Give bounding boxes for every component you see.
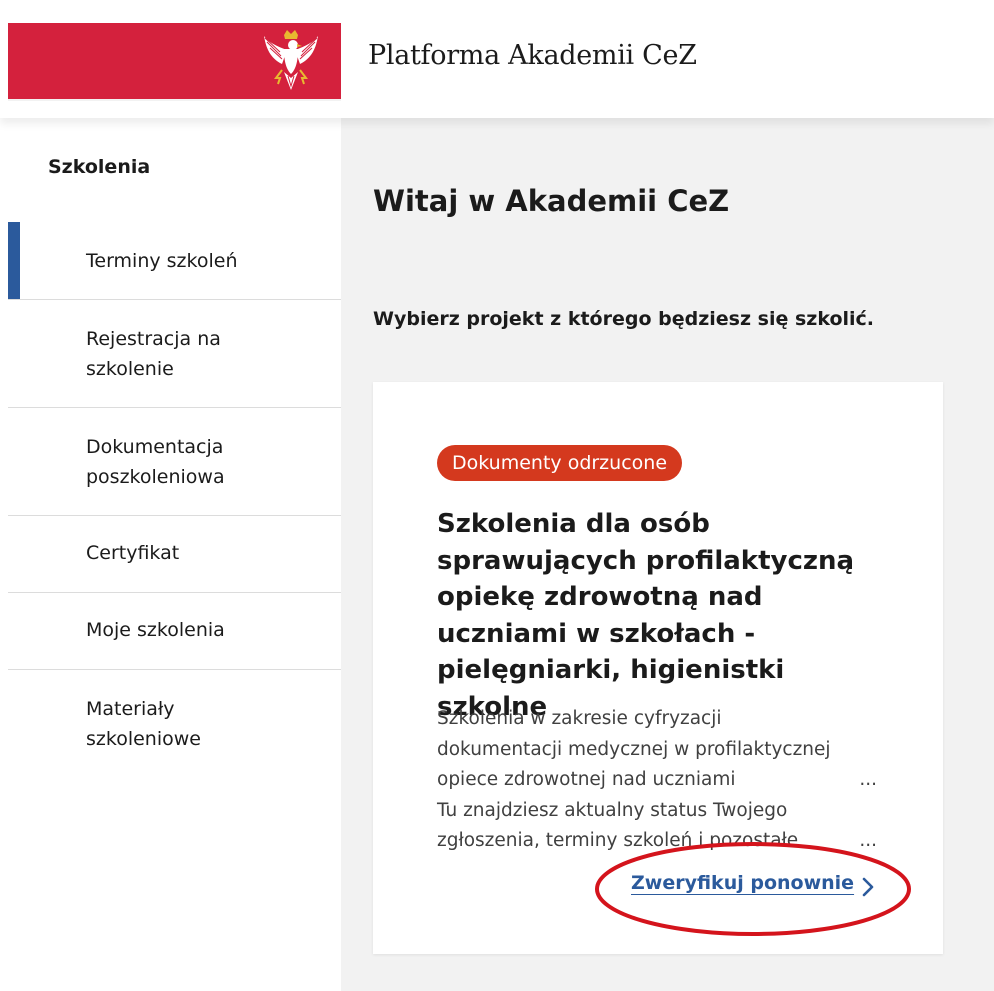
flag-white-stripe bbox=[8, 99, 341, 101]
sidebar-item-label: Terminy szkoleń bbox=[86, 250, 238, 272]
sidebar-item-terminy-szkolen[interactable]: Terminy szkoleń bbox=[8, 222, 341, 300]
sidebar-item-label: Certyfikat bbox=[86, 542, 180, 564]
description-line: dokumentacji medycznej w profilaktycznej bbox=[437, 738, 831, 760]
description-line: opiece zdrowotnej nad uczniami... bbox=[437, 765, 877, 796]
status-badge: Dokumenty odrzucone bbox=[437, 445, 683, 481]
sidebar-item-materialy[interactable]: Materiały szkoleniowe bbox=[8, 670, 341, 778]
sidebar-nav: Terminy szkoleń Rejestracja na szkolenie… bbox=[8, 222, 341, 778]
description-line-text: zgłoszenia, terminy szkoleń i pozostałe bbox=[437, 830, 799, 851]
description-line: Tu znajdziesz aktualny status Twojego bbox=[437, 799, 788, 821]
project-card: Dokumenty odrzucone Szkolenia dla osób s… bbox=[373, 382, 943, 954]
site-title: Platforma Akademii CeZ bbox=[368, 40, 697, 71]
ellipsis: ... bbox=[859, 830, 877, 851]
card-description: Szkolenia w zakresie cyfryzacji dokument… bbox=[437, 704, 877, 857]
description-line: Szkolenia w zakresie cyfryzacji bbox=[437, 708, 722, 729]
sidebar-item-label: Rejestracja na szkolenie bbox=[86, 328, 221, 380]
polish-eagle-icon bbox=[264, 30, 318, 90]
sidebar: Szkolenia Terminy szkoleń Rejestracja na… bbox=[8, 118, 341, 991]
sidebar-item-certyfikat[interactable]: Certyfikat bbox=[8, 516, 341, 593]
page-subtitle: Wybierz projekt z którego będziesz się s… bbox=[373, 308, 875, 330]
ellipsis: ... bbox=[859, 769, 877, 790]
sidebar-item-label: Moje szkolenia bbox=[86, 619, 225, 641]
chevron-right-icon[interactable] bbox=[861, 876, 875, 898]
description-line: zgłoszenia, terminy szkoleń i pozostałe.… bbox=[437, 826, 877, 857]
site-header: Platforma Akademii CeZ bbox=[0, 0, 994, 118]
sidebar-heading: Szkolenia bbox=[48, 156, 151, 178]
sidebar-item-label: Materiały szkoleniowe bbox=[86, 698, 201, 750]
page-title: Witaj w Akademii CeZ bbox=[373, 184, 730, 218]
sidebar-item-moje-szkolenia[interactable]: Moje szkolenia bbox=[8, 593, 341, 670]
description-line-text: opiece zdrowotnej nad uczniami bbox=[437, 769, 736, 790]
sidebar-item-rejestracja[interactable]: Rejestracja na szkolenie bbox=[8, 300, 341, 408]
sidebar-item-dokumentacja[interactable]: Dokumentacja poszkoleniowa bbox=[8, 408, 341, 516]
card-title: Szkolenia dla osób sprawujących profilak… bbox=[437, 509, 855, 722]
verify-again-link[interactable]: Zweryfikuj ponownie bbox=[631, 872, 854, 894]
main-content: Witaj w Akademii CeZ Wybierz projekt z k… bbox=[341, 118, 994, 991]
sidebar-item-label: Dokumentacja poszkoleniowa bbox=[86, 436, 225, 488]
